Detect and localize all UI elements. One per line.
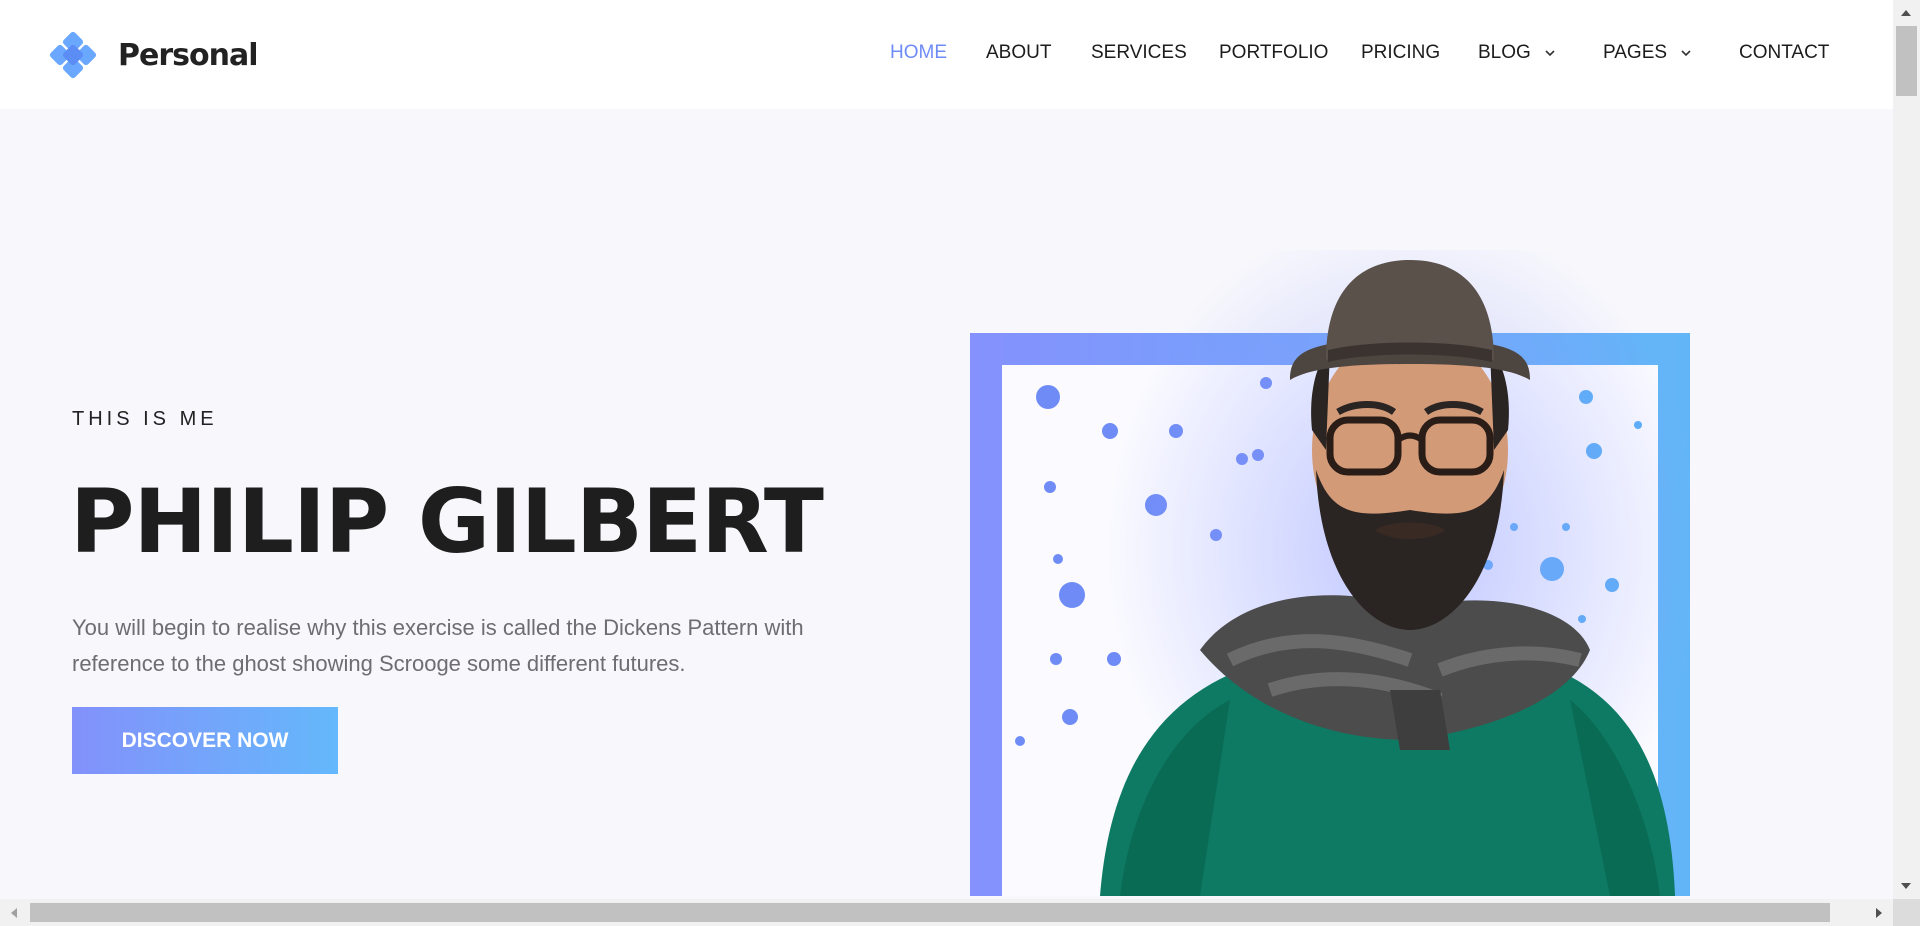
scrollbar-corner: [1893, 899, 1920, 926]
chevron-down-icon: [1681, 50, 1691, 57]
vertical-scroll-thumb[interactable]: [1896, 26, 1917, 96]
nav-blog[interactable]: BLOG: [1478, 42, 1557, 64]
nav-blog-label: BLOG: [1478, 42, 1531, 63]
nav-about[interactable]: ABOUT: [986, 42, 1051, 64]
nav-pages-label: PAGES: [1603, 42, 1668, 63]
nav-pages[interactable]: PAGES: [1603, 42, 1693, 64]
hero-title: PHILIP GILBERT: [70, 470, 824, 573]
discover-now-button[interactable]: DISCOVER NOW: [72, 707, 338, 774]
hero-image: [970, 250, 1690, 896]
scroll-left-icon[interactable]: [9, 907, 19, 919]
scroll-right-icon[interactable]: [1874, 907, 1884, 919]
hero-eyebrow: THIS IS ME: [72, 408, 218, 430]
nav-contact[interactable]: CONTACT: [1739, 42, 1829, 64]
site-header: Personal HOME ABOUT SERVICES PORTFOLIO P…: [0, 0, 1893, 109]
scroll-up-icon[interactable]: [1900, 8, 1912, 18]
nav-portfolio[interactable]: PORTFOLIO: [1219, 42, 1328, 64]
nav-pricing[interactable]: PRICING: [1361, 42, 1440, 64]
horizontal-scroll-thumb[interactable]: [30, 903, 1830, 922]
chevron-down-icon: [1545, 50, 1555, 57]
vertical-scrollbar[interactable]: [1893, 0, 1920, 899]
nav-services[interactable]: SERVICES: [1091, 42, 1187, 64]
hero-description: You will begin to realise why this exerc…: [72, 615, 804, 676]
person-portrait-icon: [1100, 250, 1690, 896]
horizontal-scrollbar[interactable]: [0, 899, 1893, 926]
scroll-down-icon[interactable]: [1900, 881, 1912, 891]
main-nav: HOME ABOUT SERVICES PORTFOLIO PRICING BL…: [0, 42, 1893, 70]
nav-home[interactable]: HOME: [890, 42, 947, 64]
